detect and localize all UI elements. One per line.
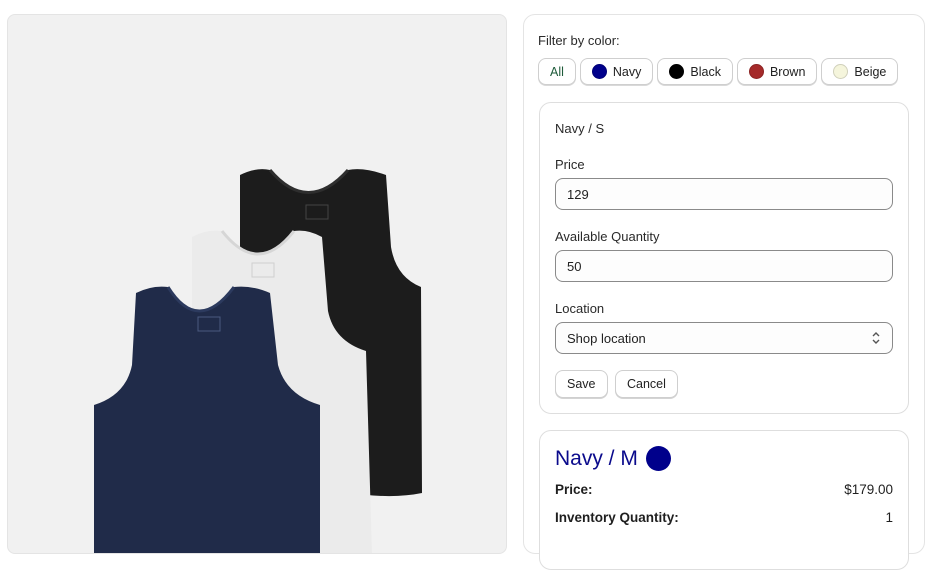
location-label: Location	[555, 301, 605, 316]
chip-label: All	[550, 64, 564, 79]
variant-title: Navy / M	[555, 446, 671, 471]
variant-inventory-label: Inventory Quantity:	[555, 510, 679, 525]
filter-chip-navy[interactable]: Navy	[579, 58, 654, 85]
location-select-value: Shop location	[567, 330, 646, 346]
filter-chip-beige[interactable]: Beige	[821, 58, 899, 85]
edit-variant-title: Navy / S	[555, 121, 605, 136]
chevron-up-down-icon	[872, 332, 880, 344]
quantity-label: Available Quantity	[555, 229, 660, 244]
beige-swatch-icon	[833, 64, 849, 79]
cancel-button[interactable]: Cancel	[615, 370, 678, 398]
brown-swatch-icon	[748, 64, 764, 79]
filter-chip-all[interactable]: All	[538, 58, 576, 85]
save-button[interactable]: Save	[555, 370, 608, 398]
tank-tops-illustration	[94, 169, 422, 553]
color-filter-chips: All Navy Black Brown Beige	[538, 58, 899, 85]
navy-color-dot-icon	[645, 446, 671, 471]
chip-label: Black	[690, 64, 721, 79]
chip-label: Brown	[769, 64, 806, 79]
chip-label: Navy	[612, 64, 642, 79]
chip-label: Beige	[854, 64, 887, 79]
variant-price-label: Price:	[555, 482, 593, 497]
location-select[interactable]: Shop location	[555, 322, 893, 354]
filter-chip-brown[interactable]: Brown	[736, 58, 818, 85]
product-image	[7, 14, 507, 554]
quantity-input[interactable]	[555, 250, 893, 282]
variant-name: Navy / M	[555, 446, 638, 470]
black-swatch-icon	[669, 64, 685, 79]
variant-inventory-value: 1	[885, 510, 893, 525]
navy-swatch-icon	[591, 64, 607, 79]
filter-label: Filter by color:	[538, 33, 620, 48]
price-label: Price	[555, 157, 585, 172]
variant-price-value: $179.00	[844, 482, 893, 497]
price-input[interactable]	[555, 178, 893, 210]
filter-chip-black[interactable]: Black	[657, 58, 733, 85]
